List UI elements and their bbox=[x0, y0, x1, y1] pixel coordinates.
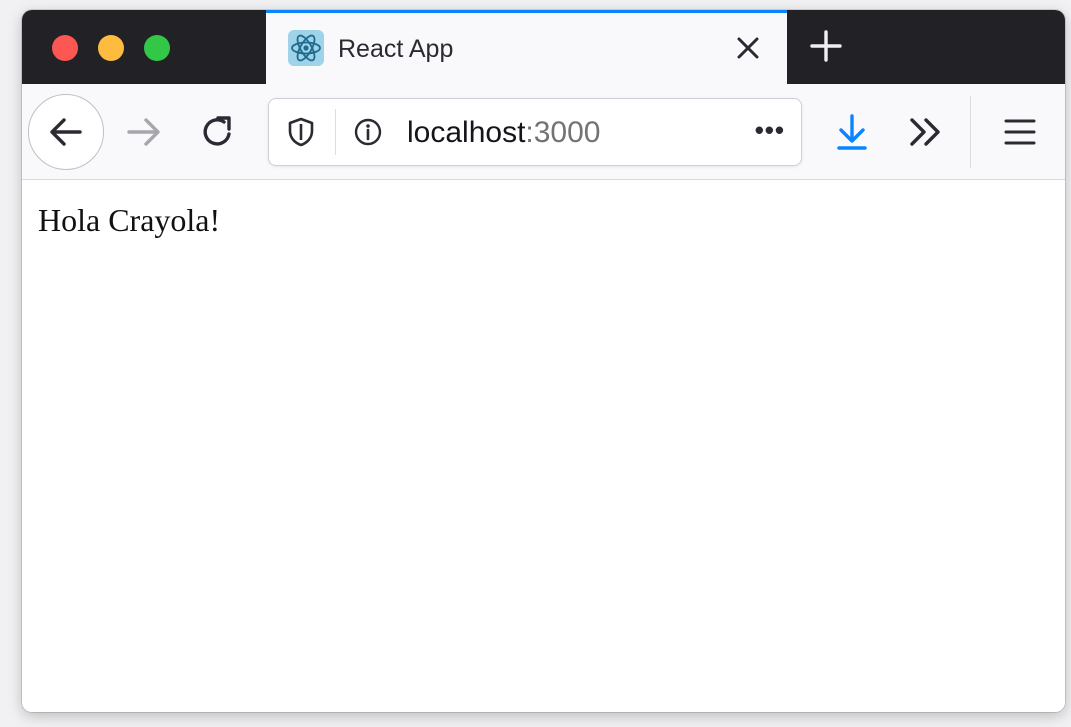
toolbar-separator bbox=[970, 96, 971, 168]
url-separator bbox=[335, 109, 336, 155]
navigation-toolbar: localhost:3000 ••• bbox=[22, 84, 1065, 180]
page-text: Hola Crayola! bbox=[38, 202, 221, 238]
tab-title: React App bbox=[338, 35, 454, 63]
info-icon[interactable] bbox=[353, 117, 383, 147]
window-close-button[interactable] bbox=[52, 35, 78, 61]
url-bar[interactable]: localhost:3000 ••• bbox=[268, 98, 802, 166]
close-icon[interactable] bbox=[731, 31, 765, 65]
window-maximize-button[interactable] bbox=[144, 35, 170, 61]
url-text[interactable]: localhost:3000 bbox=[407, 116, 600, 150]
hamburger-menu-icon[interactable] bbox=[1002, 116, 1038, 148]
browser-window: React App localhost:3000 ••• Hola Crayol… bbox=[22, 10, 1065, 712]
page-content: Hola Crayola! bbox=[22, 180, 1065, 712]
tab-react-app[interactable]: React App bbox=[266, 10, 787, 84]
window-minimize-button[interactable] bbox=[98, 35, 124, 61]
arrow-left-icon bbox=[50, 118, 82, 146]
url-port: :3000 bbox=[525, 116, 601, 149]
chevron-double-right-icon[interactable] bbox=[906, 114, 946, 150]
back-button[interactable] bbox=[28, 94, 104, 170]
shield-icon[interactable] bbox=[287, 117, 315, 147]
plus-icon[interactable] bbox=[808, 28, 844, 64]
download-arrow-icon[interactable] bbox=[832, 112, 872, 152]
tab-strip: React App bbox=[22, 10, 1065, 84]
arrow-right-icon[interactable] bbox=[124, 112, 164, 152]
url-host: localhost bbox=[407, 116, 526, 149]
page-actions-more-button[interactable]: ••• bbox=[755, 115, 785, 146]
react-logo-icon bbox=[288, 30, 324, 66]
reload-icon[interactable] bbox=[198, 112, 238, 152]
